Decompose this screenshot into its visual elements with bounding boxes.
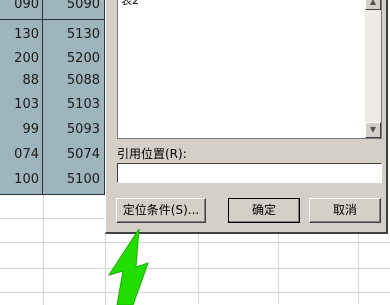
column-a-selection[interactable]: 090 130 200 88 103 99 074 100 bbox=[0, 0, 43, 195]
grid-line bbox=[198, 232, 199, 303]
cell-b[interactable]: 5090 bbox=[43, 0, 105, 20]
reference-input[interactable] bbox=[117, 163, 382, 183]
green-arrow-icon bbox=[107, 228, 149, 305]
grid-line bbox=[0, 292, 108, 293]
goto-special-button[interactable]: 定位条件(S)... bbox=[116, 198, 206, 223]
scroll-down-icon[interactable]: ▼ bbox=[365, 122, 381, 138]
name-box-dialog: 表2 ▲ ▼ 引用位置(R): 定位条件(S)... 确定 取消 bbox=[105, 0, 388, 234]
grid-line bbox=[0, 242, 108, 243]
cell-a[interactable]: 090 bbox=[0, 0, 43, 20]
cell-b[interactable]: 5100 bbox=[43, 165, 105, 195]
cancel-button[interactable]: 取消 bbox=[309, 198, 381, 223]
grid-line bbox=[278, 232, 279, 303]
cell-a[interactable]: 100 bbox=[0, 165, 43, 195]
list-item[interactable]: 表2 bbox=[121, 0, 139, 6]
name-list[interactable]: 表2 ▲ ▼ bbox=[117, 0, 382, 139]
grid-line bbox=[358, 232, 359, 303]
scrollbar[interactable]: ▲ ▼ bbox=[365, 0, 381, 138]
grid-line bbox=[0, 268, 108, 269]
scroll-up-icon[interactable]: ▲ bbox=[365, 0, 381, 10]
grid-line bbox=[0, 218, 108, 219]
ok-button[interactable]: 确定 bbox=[228, 198, 300, 223]
grid-line bbox=[43, 195, 44, 305]
reference-label: 引用位置(R): bbox=[117, 147, 187, 161]
column-b-selection[interactable]: 5090 5130 5200 5088 5103 5093 5074 5100 bbox=[43, 0, 105, 195]
